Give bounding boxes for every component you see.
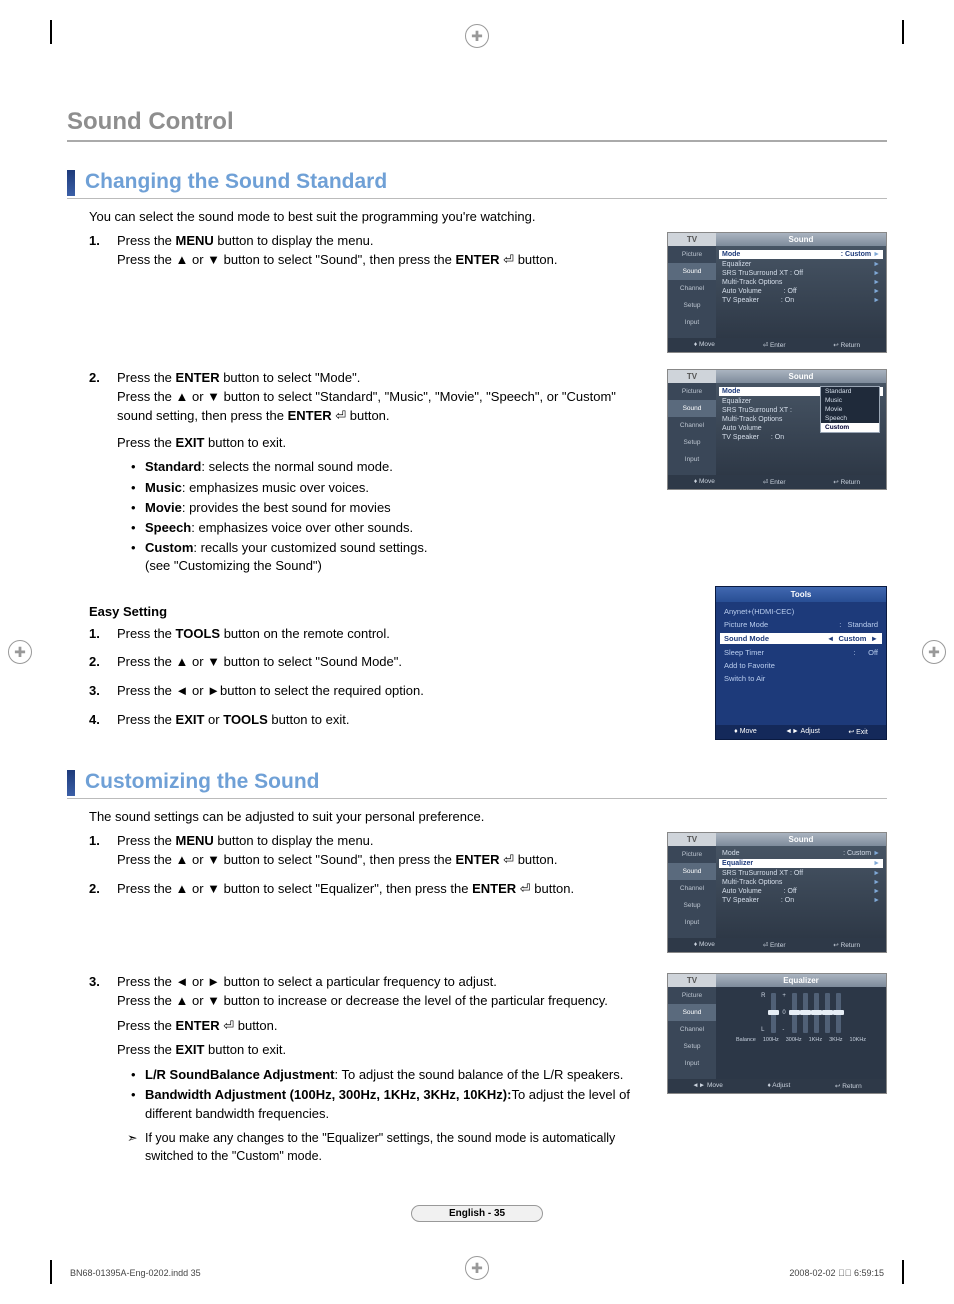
- intro-text: The sound settings can be adjusted to su…: [89, 809, 887, 824]
- crop-tick: [902, 1260, 904, 1284]
- step-1: Press the MENU button to display the men…: [89, 232, 649, 270]
- cust-step-2: Press the ▲ or ▼ button to select "Equal…: [89, 880, 649, 899]
- note-equalizer: If you make any changes to the "Equalize…: [145, 1129, 649, 1165]
- osd-equalizer: TV Equalizer Picture Sound Channel Setup…: [667, 973, 887, 1094]
- cust-step-1: Press the MENU button to display the men…: [89, 832, 649, 870]
- osd-sound-menu-2: TV Sound Picture Sound Channel Setup Inp…: [667, 369, 887, 490]
- step-2: Press the ENTER button to select "Mode".…: [89, 369, 649, 576]
- reg-mark-top: [465, 24, 489, 48]
- doc-timestamp: 2008-02-02    6:59:15: [789, 1268, 884, 1278]
- easy-step-4: Press the EXIT or TOOLS button to exit.: [89, 711, 649, 730]
- page-number-badge: English - 35: [411, 1205, 543, 1222]
- crop-tick: [902, 20, 904, 44]
- osd-mode-popup: Standard Music Movie Speech Custom: [820, 386, 880, 433]
- osd-sound-menu-1: TV Sound Picture Sound Channel Setup Inp…: [667, 232, 887, 353]
- section-heading: Customizing the Sound: [67, 768, 887, 799]
- osd-tools-menu: Tools Anynet+(HDMI-CEC) Picture Mode: St…: [715, 586, 887, 740]
- section-heading: Changing the Sound Standard: [67, 168, 887, 199]
- intro-text: You can select the sound mode to best su…: [89, 209, 887, 224]
- easy-step-3: Press the ◄ or ►button to select the req…: [89, 682, 649, 701]
- easy-step-1: Press the TOOLS button on the remote con…: [89, 625, 649, 644]
- cust-step-3: Press the ◄ or ► button to select a part…: [89, 973, 649, 1165]
- osd-sound-menu-3: TV Sound Picture Sound Channel Setup Inp…: [667, 832, 887, 953]
- easy-step-2: Press the ▲ or ▼ button to select "Sound…: [89, 653, 649, 672]
- easy-setting-heading: Easy Setting: [89, 604, 649, 619]
- reg-mark-left: [8, 640, 32, 664]
- heading-changing-sound: Changing the Sound Standard: [85, 168, 387, 198]
- reg-mark-right: [922, 640, 946, 664]
- crop-tick: [50, 1260, 52, 1284]
- doc-id: BN68-01395A-Eng-0202.indd 35: [70, 1268, 201, 1278]
- heading-customizing: Customizing the Sound: [85, 768, 319, 798]
- crop-tick: [50, 20, 52, 44]
- page-title: Sound Control: [67, 108, 887, 142]
